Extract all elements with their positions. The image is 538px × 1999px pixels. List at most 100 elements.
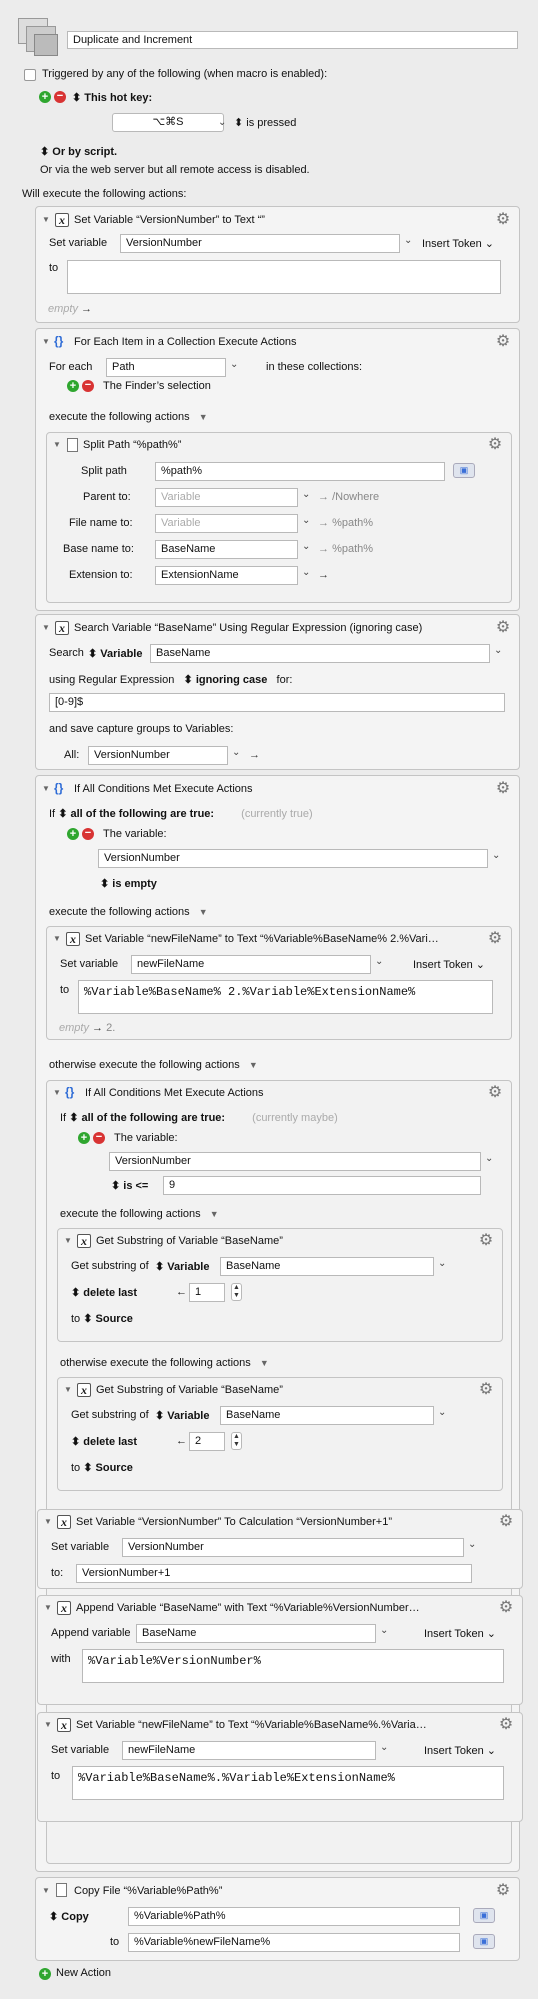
- folder-icon[interactable]: ▣: [473, 1934, 495, 1949]
- count-field[interactable]: 2: [189, 1432, 225, 1451]
- action-if-nested[interactable]: ▼ {} If All Conditions Met Execute Actio…: [37, 1080, 523, 1864]
- variable-dropdown-icon[interactable]: ⌄: [232, 747, 240, 758]
- gear-icon[interactable]: ⚙: [478, 1382, 494, 1398]
- remove-trigger-icon[interactable]: −: [54, 91, 66, 103]
- action-get-substring-2[interactable]: ▼ x Get Substring of Variable “BaseName”…: [57, 1377, 503, 1491]
- variable-name-field[interactable]: BaseName: [136, 1624, 376, 1643]
- variable-name-field[interactable]: VersionNumber: [122, 1538, 464, 1557]
- gear-icon[interactable]: ⚙: [487, 437, 503, 453]
- text-value-field[interactable]: %Variable%BaseName%.%Variable%ExtensionN…: [72, 1766, 504, 1800]
- condition-variable-field[interactable]: VersionNumber: [98, 849, 488, 868]
- append-text-field[interactable]: %Variable%VersionNumber%: [82, 1649, 504, 1683]
- variable-dropdown-icon[interactable]: ⌄: [302, 567, 310, 578]
- variable-name-field[interactable]: VersionNumber: [120, 234, 400, 253]
- count-field[interactable]: 1: [189, 1283, 225, 1302]
- variable-dropdown-icon[interactable]: ⌄: [468, 1539, 476, 1550]
- action-append-variable[interactable]: ▼ x Append Variable “BaseName” with Text…: [37, 1595, 523, 1705]
- variable-name-field[interactable]: newFileName: [122, 1741, 376, 1760]
- split-path-field[interactable]: %path%: [155, 462, 445, 481]
- collapse-triangle-icon[interactable]: ▼: [64, 1236, 72, 1245]
- delete-last-selector[interactable]: ⬍ delete last: [71, 1286, 137, 1299]
- compare-value-field[interactable]: 9: [163, 1176, 481, 1195]
- add-condition-icon[interactable]: +: [78, 1132, 90, 1144]
- collapse-triangle-icon[interactable]: ▼: [44, 1603, 52, 1612]
- action-set-versionnumber-calc[interactable]: ▼ x Set Variable “VersionNumber” To Calc…: [37, 1509, 523, 1589]
- filename-variable-field[interactable]: Variable: [155, 514, 298, 533]
- variable-type-selector[interactable]: ⬍ Variable: [155, 1260, 209, 1273]
- remove-condition-icon[interactable]: −: [93, 1132, 105, 1144]
- add-collection-icon[interactable]: +: [67, 380, 79, 392]
- action-split-path[interactable]: ▼ Split Path “%path%” ⚙ Split path %path…: [46, 432, 512, 603]
- for-each-variable-field[interactable]: Path: [106, 358, 226, 377]
- variable-dropdown-icon[interactable]: ⌄: [494, 645, 502, 656]
- action-set-variable-versionnumber[interactable]: ▼ x Set Variable “VersionNumber” to Text…: [35, 206, 520, 323]
- variable-dropdown-icon[interactable]: ⌄: [492, 850, 500, 861]
- insert-token-button[interactable]: Insert Token ⌄: [424, 1627, 496, 1640]
- gear-icon[interactable]: ⚙: [498, 1717, 514, 1733]
- regex-field[interactable]: [0-9]$: [49, 693, 505, 712]
- hotkey-state[interactable]: ⬍ is pressed: [234, 116, 296, 129]
- substring-variable-field[interactable]: BaseName: [220, 1406, 434, 1425]
- hotkey-label[interactable]: ⬍ This hot key:: [72, 91, 152, 104]
- gear-icon[interactable]: ⚙: [487, 1085, 503, 1101]
- variable-name-field[interactable]: newFileName: [131, 955, 371, 974]
- ignoring-case-selector[interactable]: ⬍ ignoring case: [184, 674, 268, 686]
- collapse-triangle-icon[interactable]: ▼: [44, 1720, 52, 1729]
- all-following-selector[interactable]: ⬍ all of the following are true:: [69, 1112, 225, 1124]
- variable-dropdown-icon[interactable]: ⌄: [485, 1153, 493, 1164]
- variable-dropdown-icon[interactable]: ⌄: [375, 956, 383, 967]
- variable-type-selector[interactable]: ⬍ Variable: [155, 1409, 209, 1422]
- collapse-triangle-icon[interactable]: ▼: [42, 1886, 50, 1895]
- action-search-regex[interactable]: ▼ x Search Variable “BaseName” Using Reg…: [35, 614, 520, 770]
- variable-dropdown-icon[interactable]: ⌄: [302, 515, 310, 526]
- remove-collection-icon[interactable]: −: [82, 380, 94, 392]
- action-set-newfilename-2[interactable]: ▼ x Set Variable “newFileName” to Text “…: [46, 926, 512, 1040]
- basename-variable-field[interactable]: BaseName: [155, 540, 298, 559]
- or-by-script[interactable]: ⬍ Or by script.: [40, 145, 117, 158]
- hotkey-field[interactable]: ⌥⌘S: [112, 113, 224, 132]
- action-if-all-conditions[interactable]: ▼ {} If All Conditions Met Execute Actio…: [35, 775, 523, 1872]
- folder-icon[interactable]: ▣: [473, 1908, 495, 1923]
- count-stepper[interactable]: ▲ ▼: [231, 1432, 242, 1450]
- variable-dropdown-icon[interactable]: ⌄: [404, 235, 412, 246]
- new-action-icon[interactable]: +: [39, 1968, 51, 1980]
- substring-variable-field[interactable]: BaseName: [220, 1257, 434, 1276]
- macro-name-field[interactable]: Duplicate and Increment: [67, 31, 518, 49]
- extension-variable-field[interactable]: ExtensionName: [155, 566, 298, 585]
- hotkey-dropdown-icon[interactable]: ⌄: [218, 117, 226, 128]
- parent-variable-field[interactable]: Variable: [155, 488, 298, 507]
- collapse-triangle-icon[interactable]: ▼: [42, 623, 50, 632]
- add-trigger-icon[interactable]: +: [39, 91, 51, 103]
- variable-dropdown-icon[interactable]: ⌄: [230, 359, 238, 370]
- add-condition-icon[interactable]: +: [67, 828, 79, 840]
- collapse-triangle-icon[interactable]: ▼: [44, 1517, 52, 1526]
- copy-source-field[interactable]: %Variable%Path%: [128, 1907, 460, 1926]
- gear-icon[interactable]: ⚙: [495, 1883, 511, 1899]
- action-set-newfilename[interactable]: ▼ x Set Variable “newFileName” to Text “…: [37, 1712, 523, 1822]
- collapse-triangle-icon[interactable]: ▼: [42, 337, 50, 346]
- variable-dropdown-icon[interactable]: ⌄: [302, 489, 310, 500]
- all-variable-field[interactable]: VersionNumber: [88, 746, 228, 765]
- collapse-triangle-icon[interactable]: ▼: [53, 440, 61, 449]
- variable-dropdown-icon[interactable]: ⌄: [438, 1258, 446, 1269]
- action-copy-file[interactable]: ▼ Copy File “%Variable%Path%” ⚙ ⬍ Copy %…: [35, 1877, 520, 1961]
- variable-dropdown-icon[interactable]: ⌄: [380, 1742, 388, 1753]
- gear-icon[interactable]: ⚙: [495, 334, 511, 350]
- insert-token-button[interactable]: Insert Token ⌄: [422, 237, 494, 250]
- is-empty-selector[interactable]: ⬍ is empty: [100, 877, 157, 890]
- gear-icon[interactable]: ⚙: [498, 1600, 514, 1616]
- remove-condition-icon[interactable]: −: [82, 828, 94, 840]
- gear-icon[interactable]: ⚙: [498, 1514, 514, 1530]
- all-following-selector[interactable]: ⬍ all of the following are true:: [58, 808, 214, 820]
- gear-icon[interactable]: ⚙: [478, 1233, 494, 1249]
- collapse-triangle-icon[interactable]: ▼: [53, 934, 61, 943]
- delete-last-selector[interactable]: ⬍ delete last: [71, 1435, 137, 1448]
- gear-icon[interactable]: ⚙: [495, 781, 511, 797]
- insert-token-button[interactable]: Insert Token ⌄: [424, 1744, 496, 1757]
- source-selector[interactable]: ⬍ Source: [83, 1313, 133, 1325]
- collapse-triangle-icon[interactable]: ▼: [64, 1385, 72, 1394]
- new-action-button[interactable]: New Action: [56, 1967, 111, 1979]
- folder-icon[interactable]: ▣: [453, 463, 475, 478]
- gear-icon[interactable]: ⚙: [495, 212, 511, 228]
- calculation-field[interactable]: VersionNumber+1: [76, 1564, 472, 1583]
